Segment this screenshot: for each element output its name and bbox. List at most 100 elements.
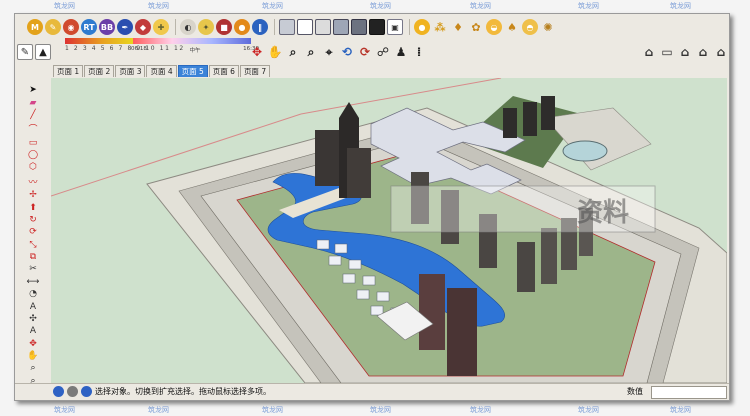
time-slider[interactable] <box>133 38 251 44</box>
position-camera-icon[interactable]: ☍ <box>375 44 391 60</box>
cube-texture-icon[interactable] <box>333 19 349 35</box>
move-icon[interactable]: ✢ <box>26 190 41 200</box>
back-view-icon[interactable]: ⌂ <box>713 44 729 60</box>
watermark-overlay-text: 资料 <box>577 198 630 228</box>
tab-scene-3[interactable]: 页面 3 <box>115 65 146 77</box>
watermark: 筑龙网 <box>262 2 283 10</box>
position-camera-icon[interactable]: ◒ <box>486 19 502 35</box>
next-view-icon[interactable]: ⟳ <box>357 44 373 60</box>
orbit-icon[interactable]: ✥ <box>26 339 41 349</box>
section-icon[interactable]: ◐ <box>180 19 196 35</box>
watermark: 筑龙网 <box>670 2 691 10</box>
help-icon[interactable] <box>81 386 92 397</box>
model-viewport[interactable]: 资料 <box>51 78 727 383</box>
3d-text-icon[interactable]: A <box>26 326 41 336</box>
follow-icon[interactable]: ● <box>234 19 250 35</box>
fog-icon[interactable]: ● <box>414 19 430 35</box>
zoom-extents-icon[interactable]: ⌖ <box>321 44 337 60</box>
watermark: 筑龙网 <box>262 406 283 414</box>
watermark: 筑龙网 <box>148 2 169 10</box>
freehand-icon[interactable]: 〰 <box>26 175 41 188</box>
tape-measure-icon[interactable]: ✂ <box>26 264 41 274</box>
axes-icon[interactable]: ✦ <box>198 19 214 35</box>
front-view-icon[interactable]: ⌂ <box>677 44 693 60</box>
rectangle-icon[interactable]: ▭ <box>26 138 41 148</box>
watermark: 筑龙网 <box>148 406 169 414</box>
arc-icon[interactable]: ⌒ <box>26 122 41 135</box>
tab-scene-4[interactable]: 页面 4 <box>146 65 177 77</box>
tab-scene-6[interactable]: 页面 6 <box>208 65 239 77</box>
geo-location-icon[interactable] <box>53 386 64 397</box>
zoom-icon[interactable]: ⌕ <box>26 363 41 373</box>
tab-scene-2[interactable]: 页面 2 <box>84 65 115 77</box>
measurements-input[interactable] <box>651 386 727 399</box>
select-icon[interactable]: ➤ <box>26 85 41 95</box>
sandbox-icon[interactable]: ■ <box>216 19 232 35</box>
line-icon[interactable]: ╱ <box>26 110 41 120</box>
eraser-icon[interactable]: ▰ <box>26 98 41 108</box>
toolbar-separator <box>175 19 176 35</box>
watermark: 筑龙网 <box>54 406 75 414</box>
rotate-icon[interactable]: ↻ <box>26 215 41 225</box>
credits-icon[interactable] <box>67 386 78 397</box>
scale-icon[interactable]: ⤡ <box>26 240 41 250</box>
layer-icon[interactable]: ◉ <box>63 19 79 35</box>
edge-style-icon[interactable]: ⁂ <box>432 19 448 35</box>
toolbar-separator <box>274 19 275 35</box>
site-model-render <box>51 78 727 383</box>
orbit-icon[interactable]: ✥ <box>249 44 265 60</box>
walk-icon[interactable]: ♟ <box>393 44 409 60</box>
walk-icon[interactable]: ✿ <box>468 19 484 35</box>
scene-tabs: 页面 1 页面 2 页面 3 页面 4 页面 5 页面 6 页面 7 <box>53 65 271 77</box>
top-view-icon[interactable]: ▭ <box>659 44 675 60</box>
eraser-icon[interactable]: ✎ <box>17 44 33 60</box>
follow-me-icon[interactable]: ⟳ <box>26 227 41 237</box>
tab-scene-5[interactable]: 页面 5 <box>177 65 208 77</box>
camera-position-icon[interactable]: ♦ <box>450 19 466 35</box>
cube-shaded-icon[interactable] <box>315 19 331 35</box>
text-icon[interactable]: A <box>26 302 41 312</box>
cube-xray-icon[interactable] <box>369 19 385 35</box>
push-pull-icon[interactable]: ⬆ <box>26 203 41 213</box>
pen-icon[interactable]: ✒ <box>117 19 133 35</box>
dimension-icon[interactable]: ⟷ <box>26 277 41 287</box>
left-toolbar: ➤ ▰ ╱ ⌒ ▭ ◯ ⬡ 〰 ✢ ⬆ ↻ ⟳ ⤡ ⧉ ✂ ⟷ ◔ A ✣ A … <box>18 84 48 398</box>
previous-view-icon[interactable]: ⟲ <box>339 44 355 60</box>
sketchup-window: M ✎ ◉ RT BB ✒ ◆ ✚ ◐ ✦ ■ ● ‖ ▣ ● ⁂ ♦ ✿ ◒ … <box>14 13 730 401</box>
iso-view-icon[interactable]: ⌂ <box>641 44 657 60</box>
axes-icon[interactable]: ✣ <box>26 314 41 324</box>
cube-wire-icon[interactable] <box>297 19 313 35</box>
zoom-window-icon[interactable]: ⌕ <box>303 44 319 60</box>
circle-icon[interactable]: ◯ <box>26 150 41 160</box>
watermark: 筑龙网 <box>470 2 491 10</box>
flip-icon[interactable]: ‖ <box>252 19 268 35</box>
rt-icon[interactable]: RT <box>81 19 97 35</box>
look-around-icon[interactable]: ♠ <box>504 19 520 35</box>
eye-icon[interactable]: ✺ <box>540 19 556 35</box>
right-view-icon[interactable]: ⌂ <box>695 44 711 60</box>
watermark: 筑龙网 <box>578 2 599 10</box>
time-mid-label: 中午 <box>189 48 201 54</box>
get-models-icon[interactable]: M <box>27 19 43 35</box>
cloud-icon[interactable]: ◓ <box>522 19 538 35</box>
dimension-icon[interactable]: ◆ <box>135 19 151 35</box>
protractor-icon[interactable]: ✚ <box>153 19 169 35</box>
pan-icon[interactable]: ✋ <box>267 44 283 60</box>
measurements-label: 数值 <box>627 387 643 396</box>
zoom-icon[interactable]: ⌕ <box>285 44 301 60</box>
shadow-sun-icon[interactable]: ▣ <box>387 19 403 35</box>
share-model-icon[interactable]: ✎ <box>45 19 61 35</box>
cube-monochrome-icon[interactable] <box>351 19 367 35</box>
tab-scene-1[interactable]: 页面 1 <box>53 65 84 77</box>
protractor-icon[interactable]: ◔ <box>26 289 41 299</box>
footprints-icon[interactable]: ⁞ <box>411 44 427 60</box>
bb-icon[interactable]: BB <box>99 19 115 35</box>
screenshot-frame: 筑龙网 筑龙网 筑龙网 筑龙网 筑龙网 筑龙网 筑龙网 筑龙网 筑龙网 筑龙网 … <box>0 0 750 416</box>
paint-bucket-icon[interactable]: ▲ <box>35 44 51 60</box>
views-toolbar: ⌂ ▭ ⌂ ⌂ ⌂ ◫ <box>641 41 729 63</box>
pan-icon[interactable]: ✋ <box>26 351 41 361</box>
polygon-icon[interactable]: ⬡ <box>26 162 41 172</box>
cube-face-icon[interactable] <box>279 19 295 35</box>
tab-scene-7[interactable]: 页面 7 <box>239 65 271 77</box>
offset-icon[interactable]: ⧉ <box>26 252 41 262</box>
